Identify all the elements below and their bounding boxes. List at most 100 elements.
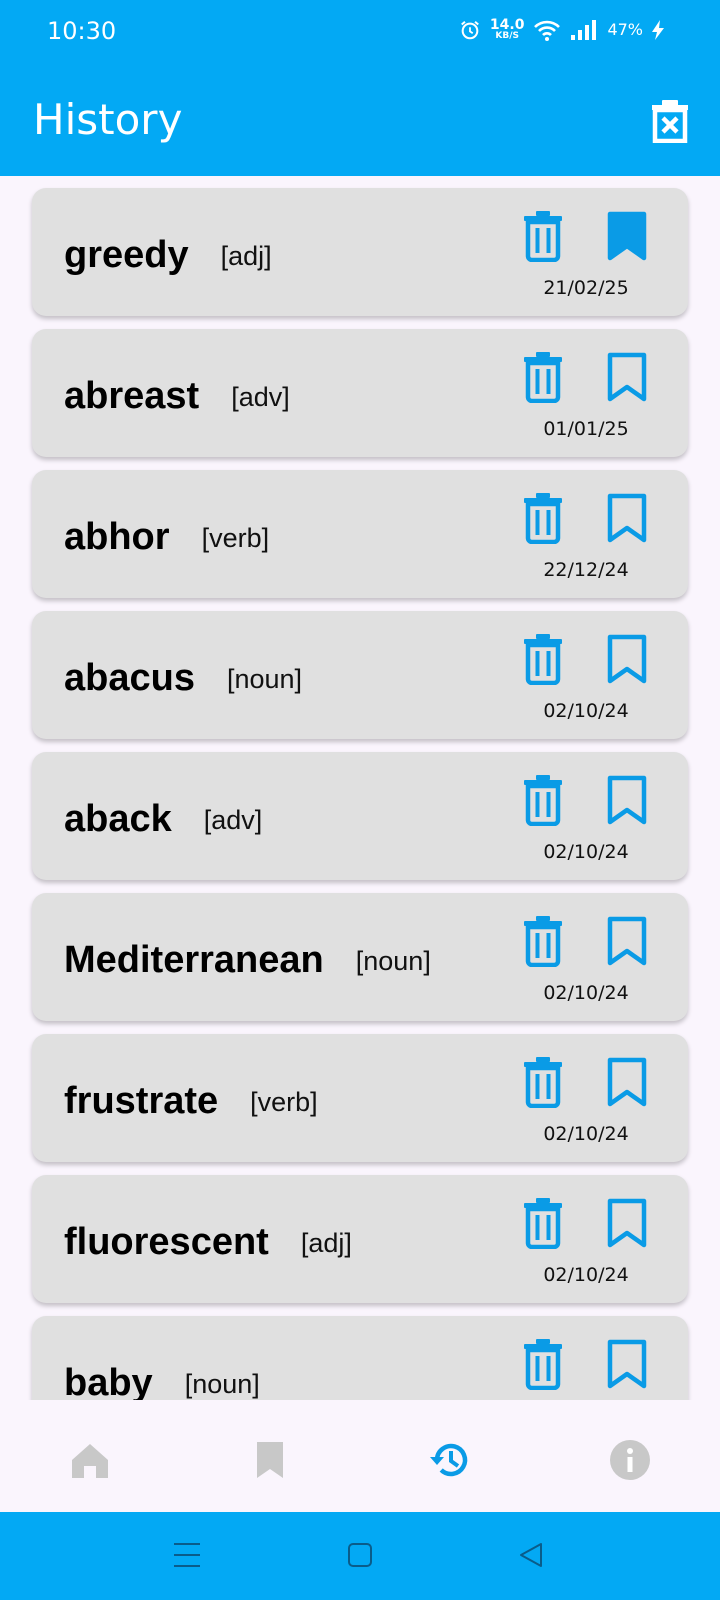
history-card[interactable]: abhor [verb] 22/12/24 bbox=[32, 470, 688, 598]
bookmark-icon bbox=[607, 775, 647, 825]
history-word: aback [adv] bbox=[64, 798, 262, 841]
trash-icon bbox=[524, 1057, 562, 1109]
history-word: abreast [adv] bbox=[64, 375, 290, 418]
bookmark-icon bbox=[607, 1198, 647, 1248]
history-date: 02/10/24 bbox=[543, 1264, 629, 1286]
part-of-speech: [noun] bbox=[184, 1369, 260, 1399]
trash-icon bbox=[524, 775, 562, 827]
part-of-speech: [noun] bbox=[226, 664, 303, 694]
bookmark-icon bbox=[607, 211, 647, 261]
home-button[interactable] bbox=[345, 1540, 375, 1570]
word-text: abhor bbox=[64, 516, 170, 558]
bookmark-button[interactable] bbox=[606, 492, 648, 544]
network-speed: 14.0 KB/S bbox=[490, 18, 525, 41]
word-text: greedy bbox=[64, 234, 189, 276]
bookmark-button[interactable] bbox=[606, 210, 648, 262]
part-of-speech: [adj] bbox=[220, 241, 272, 271]
bookmark-button[interactable] bbox=[606, 351, 648, 403]
delete-button[interactable] bbox=[522, 1338, 564, 1391]
bookmark-icon bbox=[607, 1339, 647, 1389]
delete-button[interactable] bbox=[522, 492, 564, 545]
nav-about[interactable] bbox=[608, 1438, 652, 1482]
system-navigation-bar bbox=[0, 1512, 720, 1600]
nav-bookmarks[interactable] bbox=[248, 1438, 292, 1482]
delete-button[interactable] bbox=[522, 633, 564, 686]
word-text: abreast bbox=[64, 375, 200, 417]
bookmark-button[interactable] bbox=[606, 774, 648, 826]
history-card[interactable]: baby[noun] 02/10/24 bbox=[32, 1316, 688, 1400]
bookmark-button[interactable] bbox=[606, 1338, 648, 1390]
history-date: 02/10/24 bbox=[543, 1123, 629, 1145]
history-date: 02/10/24 bbox=[543, 841, 629, 863]
page-title: History bbox=[33, 95, 183, 144]
word-text: baby bbox=[64, 1362, 153, 1400]
history-date: 02/10/24 bbox=[543, 700, 629, 722]
delete-all-icon bbox=[652, 100, 688, 144]
word-text: abacus bbox=[64, 657, 195, 699]
delete-button[interactable] bbox=[522, 1056, 564, 1109]
history-date: 21/02/25 bbox=[543, 277, 629, 299]
status-time: 10:30 bbox=[47, 17, 117, 45]
history-icon bbox=[430, 1443, 468, 1477]
trash-icon bbox=[524, 1339, 562, 1391]
network-speed-unit: KB/S bbox=[495, 31, 519, 41]
menu-icon bbox=[174, 1543, 200, 1567]
history-word: abhor [verb] bbox=[64, 516, 269, 559]
part-of-speech: [adj] bbox=[300, 1228, 352, 1258]
clear-history-button[interactable] bbox=[650, 99, 690, 144]
history-list[interactable]: greedy [adj] 21/02/25 abreast [adv] 01/0… bbox=[0, 176, 720, 1400]
delete-button[interactable] bbox=[522, 915, 564, 968]
history-card[interactable]: abreast [adv] 01/01/25 bbox=[32, 329, 688, 457]
history-card[interactable]: greedy [adj] 21/02/25 bbox=[32, 188, 688, 316]
part-of-speech: [noun] bbox=[355, 946, 431, 976]
delete-button[interactable] bbox=[522, 210, 564, 263]
trash-icon bbox=[524, 493, 562, 545]
wifi-icon bbox=[533, 19, 561, 41]
bookmark-icon bbox=[607, 1057, 647, 1107]
word-text: frustrate bbox=[64, 1080, 219, 1122]
delete-button[interactable] bbox=[522, 351, 564, 404]
signal-icon bbox=[570, 19, 598, 41]
part-of-speech: [verb] bbox=[250, 1087, 318, 1117]
recent-apps-button[interactable] bbox=[172, 1540, 202, 1570]
trash-icon bbox=[524, 1198, 562, 1250]
status-bar: 10:30 14.0 KB/S 47% bbox=[0, 0, 720, 66]
bottom-navigation bbox=[0, 1400, 720, 1512]
status-icons: 14.0 KB/S 47% bbox=[459, 18, 664, 41]
charging-icon bbox=[652, 19, 664, 40]
nav-history[interactable] bbox=[428, 1438, 472, 1482]
history-card[interactable]: aback [adv] 02/10/24 bbox=[32, 752, 688, 880]
network-speed-value: 14.0 bbox=[489, 17, 525, 33]
back-button[interactable] bbox=[517, 1540, 547, 1570]
trash-icon bbox=[524, 352, 562, 404]
history-word: Mediterranean [noun] bbox=[64, 939, 431, 982]
bookmark-icon bbox=[607, 916, 647, 966]
delete-button[interactable] bbox=[522, 1197, 564, 1250]
bookmark-button[interactable] bbox=[606, 915, 648, 967]
bookmark-icon bbox=[607, 352, 647, 402]
delete-button[interactable] bbox=[522, 774, 564, 827]
word-text: aback bbox=[64, 798, 172, 840]
home-icon bbox=[72, 1444, 108, 1478]
history-word: greedy [adj] bbox=[64, 234, 272, 277]
word-text: fluorescent bbox=[64, 1221, 269, 1263]
bookmark-button[interactable] bbox=[606, 1197, 648, 1249]
bookmark-icon bbox=[607, 493, 647, 543]
history-card[interactable]: Mediterranean [noun] 02/10/24 bbox=[32, 893, 688, 1021]
history-card[interactable]: abacus [noun] 02/10/24 bbox=[32, 611, 688, 739]
app-bar: History bbox=[0, 66, 720, 176]
history-word: fluorescent [adj] bbox=[64, 1221, 352, 1264]
history-card[interactable]: frustrate [verb] 02/10/24 bbox=[32, 1034, 688, 1162]
part-of-speech: [verb] bbox=[201, 523, 270, 553]
history-date: 02/10/24 bbox=[543, 982, 629, 1004]
history-card[interactable]: fluorescent [adj] 02/10/24 bbox=[32, 1175, 688, 1303]
history-word: frustrate [verb] bbox=[64, 1080, 318, 1123]
bookmark-button[interactable] bbox=[606, 633, 648, 685]
history-word: baby [noun] bbox=[64, 1362, 260, 1400]
back-triangle-icon bbox=[520, 1543, 542, 1567]
nav-home[interactable] bbox=[68, 1438, 112, 1482]
part-of-speech: [adv] bbox=[231, 382, 290, 412]
history-date: 01/01/25 bbox=[543, 418, 629, 440]
bookmark-button[interactable] bbox=[606, 1056, 648, 1108]
alarm-icon bbox=[459, 19, 481, 41]
